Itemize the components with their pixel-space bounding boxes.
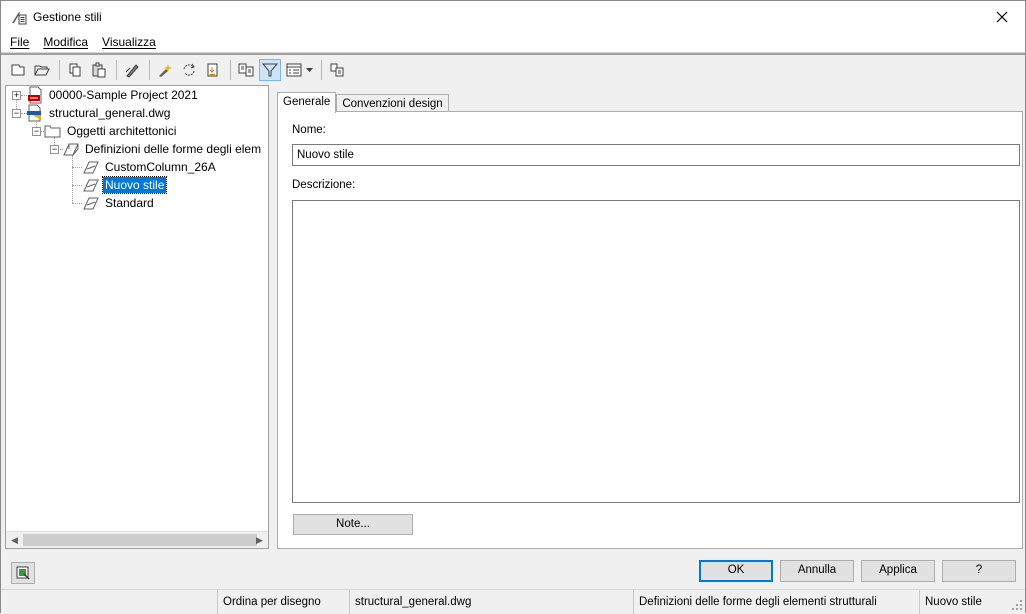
menu-modifica[interactable]: Modifica <box>38 33 93 51</box>
scroll-right-arrow-icon[interactable]: ▶ <box>251 532 268 548</box>
style-tree-pane[interactable]: + − − − 00000-Sample Project 2021 struct… <box>5 85 269 549</box>
tree-node-drawing[interactable]: structural_general.dwg <box>26 104 172 122</box>
tree-node-label: Nuovo stile <box>101 176 168 194</box>
notes-button[interactable]: Note... <box>293 514 413 535</box>
tree-node-label: Oggetti architettonici <box>67 124 177 138</box>
description-textarea[interactable] <box>292 200 1020 503</box>
tree-node-label: Standard <box>105 196 154 210</box>
status-category: Definizioni delle forme degli elementi s… <box>633 590 919 614</box>
copy-button[interactable] <box>64 59 86 81</box>
resize-grip-icon[interactable] <box>1011 599 1023 611</box>
new-icon <box>11 64 25 76</box>
tree-line <box>72 167 82 168</box>
tree-node-label: Definizioni delle forme degli elem <box>85 142 262 156</box>
style-manager-window: Gestione stili File Modifica Visualizza <box>0 0 1026 614</box>
tree-node-project[interactable]: 00000-Sample Project 2021 <box>26 86 200 104</box>
purge-button[interactable] <box>154 59 176 81</box>
open-icon <box>34 65 50 76</box>
new-button[interactable] <box>7 59 29 81</box>
collapse-toggle[interactable]: − <box>50 145 59 154</box>
status-bar: Ordina per disegno structural_general.dw… <box>1 589 1025 614</box>
edit-button[interactable] <box>121 59 143 81</box>
edit-icon <box>125 64 139 78</box>
tree-horizontal-scrollbar[interactable]: ◀ ▶ <box>6 531 268 548</box>
apply-button[interactable]: Applica <box>861 560 935 582</box>
synchronize-icon <box>183 63 195 76</box>
name-label: Nome: <box>292 124 326 136</box>
title-bar: Gestione stili <box>1 1 1025 32</box>
tree-node-style[interactable]: CustomColumn_26A <box>82 158 218 176</box>
toolbar <box>1 56 1025 84</box>
help-button[interactable]: ? <box>942 560 1016 582</box>
close-button[interactable] <box>979 1 1025 32</box>
member-shape-icon <box>63 143 79 156</box>
tree-node-folder[interactable]: Oggetti architettonici <box>44 122 178 140</box>
tree-node-label: structural_general.dwg <box>49 106 171 120</box>
expand-toggle[interactable]: + <box>12 91 21 100</box>
style-manager-icon <box>12 12 27 25</box>
pane-splitter[interactable] <box>269 85 274 549</box>
menu-visualizza[interactable]: Visualizza <box>97 33 161 51</box>
toolbar-separator <box>149 60 150 80</box>
name-input[interactable]: Nuovo stile <box>292 144 1020 166</box>
status-style: Nuovo stile <box>919 590 1011 614</box>
project-icon <box>28 86 42 104</box>
scroll-left-arrow-icon[interactable]: ◀ <box>6 532 23 548</box>
tree-node-style-selected[interactable]: Nuovo stile <box>82 176 168 194</box>
scrollbar-thumb[interactable] <box>23 534 257 546</box>
toggle-view-icon <box>238 63 254 77</box>
update-button[interactable] <box>202 59 224 81</box>
toolbar-separator <box>230 60 231 80</box>
menu-separator <box>1 52 1025 55</box>
paste-button[interactable] <box>88 59 110 81</box>
view-list-icon <box>286 63 302 77</box>
tree-node-label: CustomColumn_26A <box>105 160 216 174</box>
description-label: Descrizione: <box>292 179 356 191</box>
status-drawing: structural_general.dwg <box>349 590 633 614</box>
member-shape-icon <box>83 161 99 174</box>
toolbar-separator <box>321 60 322 80</box>
toolbar-separator <box>59 60 60 80</box>
chevron-down-icon <box>305 68 313 72</box>
tree-line <box>72 185 82 186</box>
purge-icon <box>159 64 172 77</box>
folder-icon <box>44 125 61 138</box>
drawing-icon <box>27 104 41 122</box>
close-icon <box>996 11 1008 22</box>
filter-button[interactable] <box>259 59 281 81</box>
toggle-view-button[interactable] <box>235 59 257 81</box>
tree-node-definitions[interactable]: Definizioni delle forme degli elem <box>62 140 263 158</box>
toolbar-separator <box>116 60 117 80</box>
toggle-drawing-preview-button[interactable] <box>11 562 35 584</box>
cancel-button[interactable]: Annulla <box>780 560 854 582</box>
filter-icon <box>262 63 278 77</box>
ok-button[interactable]: OK <box>699 560 773 582</box>
menu-file[interactable]: File <box>5 33 34 51</box>
status-sort: Ordina per disegno <box>217 590 349 614</box>
member-shape-icon <box>83 197 99 210</box>
tree-line <box>72 203 82 204</box>
synchronize-button[interactable] <box>178 59 200 81</box>
window-title: Gestione stili <box>33 10 102 24</box>
view-list-button[interactable] <box>283 59 305 81</box>
update-icon <box>207 63 218 77</box>
drawing-preview-icon <box>16 566 30 580</box>
tree-line <box>72 155 73 203</box>
tab-panel-generale: Nome: Nuovo stile Descrizione: Note... <box>277 111 1023 549</box>
tree-node-style[interactable]: Standard <box>82 194 156 212</box>
open-button[interactable] <box>31 59 53 81</box>
paste-icon <box>92 62 106 78</box>
copy-icon <box>69 63 81 77</box>
inherit-button[interactable] <box>326 59 348 81</box>
inherit-icon <box>330 63 344 77</box>
view-list-dropdown[interactable] <box>305 59 313 81</box>
tree-node-label: 00000-Sample Project 2021 <box>49 88 198 102</box>
collapse-toggle[interactable]: − <box>32 127 41 136</box>
tab-generale[interactable]: Generale <box>277 92 337 113</box>
menu-bar: File Modifica Visualizza <box>1 32 1025 52</box>
tab-strip: Generale Convenzioni design <box>277 92 449 113</box>
member-shape-icon <box>83 179 99 192</box>
collapse-toggle[interactable]: − <box>12 109 21 118</box>
